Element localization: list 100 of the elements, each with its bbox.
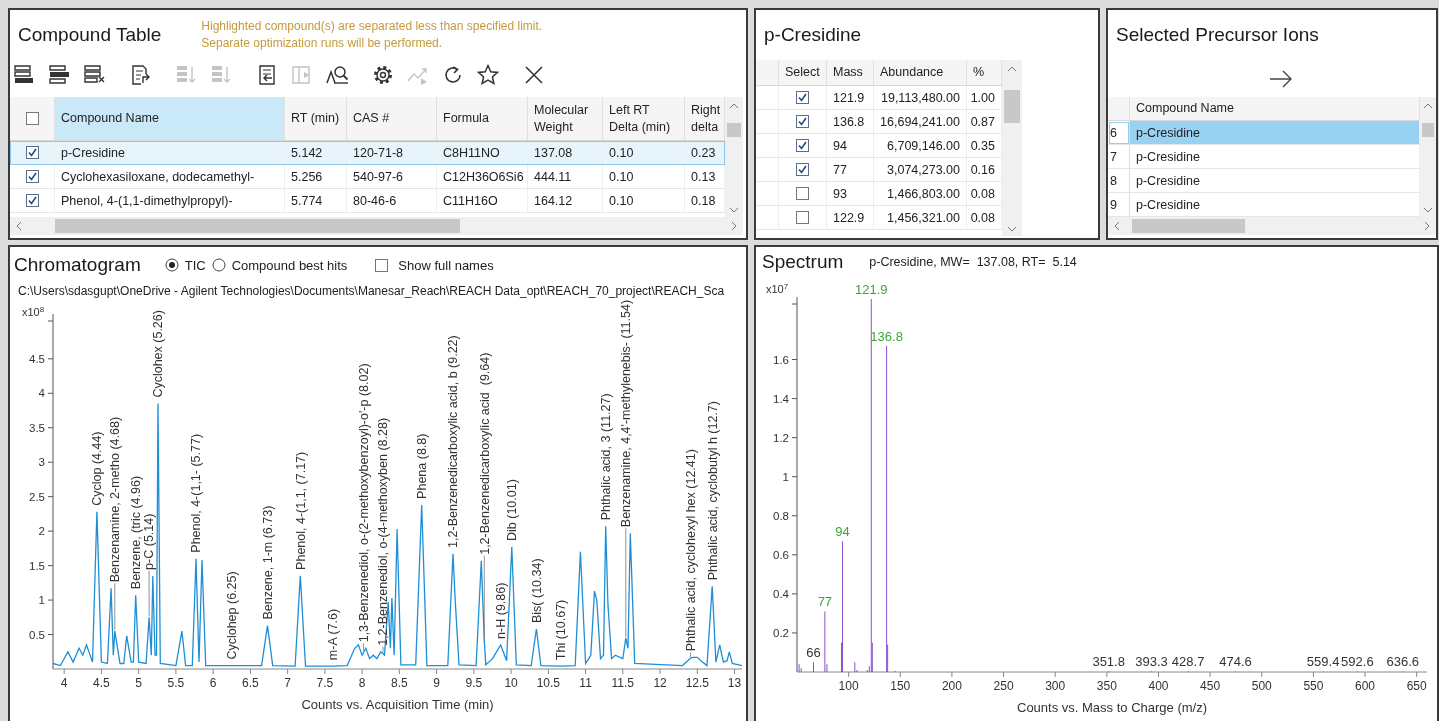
table-cell: 16,694,241.00 [874,110,967,134]
peak-label: Cyclohep (6.25) [225,571,240,660]
panel-title: p-Cresidine [764,24,862,46]
vertical-scrollbar[interactable] [1420,97,1436,217]
radio-label[interactable]: Compound best hits [231,257,348,273]
axis-tick-label: 10.5 [536,676,560,690]
column-header[interactable]: Abundance [874,60,967,86]
peak-label: 1,2-Benzenedicarboxylic acid, b (9.22) [446,335,461,548]
leader-line [114,582,116,631]
peak-search-icon[interactable] [325,63,349,87]
column-header[interactable]: Select [779,60,827,86]
checkbox[interactable] [796,115,809,128]
axis-tick-label: 300 [1045,679,1066,693]
axis-tick-label: 1.5 [29,559,45,572]
axis-tick-label: 0.5 [29,628,45,641]
column-header[interactable]: CAS # [347,97,437,141]
horizontal-scrollbar[interactable] [1108,217,1436,235]
checkbox[interactable] [796,139,809,152]
column-header[interactable]: Molecular Weight [528,97,603,141]
vertical-scrollbar[interactable] [1002,60,1022,236]
list-row[interactable]: p-Cresidine [1130,121,1420,145]
peak-label: Phena (8.8) [415,433,430,499]
checkbox[interactable] [25,170,39,183]
star-icon[interactable] [476,63,500,87]
table-cell: 137.08 [528,141,603,165]
axis-tick-label: 7.5 [316,676,334,690]
column-header[interactable]: Compound Name [1130,97,1420,121]
leader-line [148,570,150,617]
radio-button[interactable] [211,258,226,272]
list-row[interactable]: p-Cresidine [1130,145,1420,169]
column-header[interactable]: RT (min) [285,97,347,141]
vertical-scrollbar[interactable] [725,97,743,217]
panel-title: Compound Table [18,24,162,46]
axis-tick-label: 1.6 [773,353,789,366]
peak-label: 1,3-Benzenediol, o-(2-methoxybenzoyl)-o'-p (8.02) [357,363,371,643]
radio-label[interactable]: TIC [184,257,206,273]
table-cell: 540-97-6 [347,165,437,189]
peak-label: 428.7 [1171,654,1205,670]
table-row[interactable]: Cyclohexasiloxane, dodecamethyl- 5.256 540-97-6 C12H36O6Si6 444.11 0.10 0.13 [10,165,725,189]
axis-tick-label: 1.2 [773,431,789,444]
peak-label: 474.6 [1219,654,1252,670]
axis-tick-label: 1 [38,594,45,607]
column-header[interactable]: Left RT Delta (min) [603,97,685,141]
axis-tick-label: 3 [38,456,45,469]
column-header[interactable]: Right delta [685,97,725,141]
axis-tick-label: 650 [1406,679,1427,693]
axis-tick-label: 1 [782,470,789,483]
notice-text: Highlighted compound(s) are separated less than specified limit. [201,18,543,35]
settings-icon[interactable] [371,63,395,87]
leader-line [382,646,384,654]
table-row[interactable]: p-Cresidine 5.142 120-71-8 C8H11NO 137.08 0.10 0.23 [10,141,725,165]
checkbox[interactable] [796,211,809,224]
axis-tick-label: 500 [1251,679,1272,693]
table-cell: 6,709,146.00 [874,134,967,158]
column-header[interactable]: % [967,60,1002,86]
leader-line [363,642,364,652]
row-number: 6 [1108,121,1130,145]
leader-line [690,651,691,658]
peak-label: 121.9 [855,281,888,297]
axis-tick-label: 8.5 [391,676,408,690]
checkbox[interactable] [25,194,39,207]
row-number: 7 [1108,145,1130,169]
checkbox[interactable] [25,146,39,159]
file-path: C:\Users\sdasgupt\OneDrive - Agilent Technologies\Documents\Manesar_Reach\REACH Data_opt\REACH_70_project\REACH_Sca [17,283,726,299]
axis-tick-label: 5.5 [167,676,185,690]
table-cell: 1,456,321.00 [874,206,967,230]
checkbox[interactable] [375,258,389,272]
horizontal-scrollbar[interactable] [10,217,743,235]
peak-label: Phthalic acid, 3 (11.27) [599,393,614,521]
radio-button[interactable] [164,258,179,272]
checkbox[interactable] [796,163,809,176]
axis-tick-label: 2.5 [29,490,45,503]
table-rows-icon[interactable] [47,63,71,87]
panel-title: Spectrum [762,251,844,273]
axis-tick-label: 400 [1148,679,1169,693]
axis-tick-label: 1.4 [773,392,789,405]
checkbox[interactable] [796,187,809,200]
table-cell: 77 [827,158,874,182]
peak-label: 592.6 [1341,654,1374,670]
axis-tick-label: 4.5 [93,676,110,690]
peak-label: Dib (10.01) [505,479,520,541]
axis-tick-label: 150 [890,679,911,693]
column-header[interactable]: Compound Name [55,97,285,141]
peak-label: 1,2-Benzenediol, o-(4-methoxyben (8.28) [376,417,391,646]
column-header[interactable]: Mass [827,60,874,86]
axis-tick-label: 5 [135,676,142,690]
list-row[interactable]: p-Cresidine [1130,169,1420,193]
column-header[interactable]: Formula [437,97,528,141]
axis-tick-label: 12.5 [685,676,709,690]
checkbox-label[interactable]: Show full names [398,257,494,273]
peak-label: Phthalic acid, cyclobutyl h (12.7) [705,401,720,581]
checkbox[interactable] [796,91,809,104]
arrow-right-icon[interactable] [1269,68,1293,89]
peak-label: Bis( (10.34) [529,558,544,623]
checkbox[interactable] [25,112,39,125]
table-row[interactable]: Phenol, 4-(1,1-dimethylpropyl)- 5.774 80-46-6 C11H16O 164.12 0.10 0.18 [10,189,725,213]
peak-label: n-H (9.86) [494,582,509,639]
spectrum-subtitle: p-Cresidine, MW= 137.08, RT= 5.14 [869,255,1077,269]
axis-title: Counts vs. Acquisition Time (min) [301,697,494,712]
axis-tick-label: 350 [1096,679,1117,693]
